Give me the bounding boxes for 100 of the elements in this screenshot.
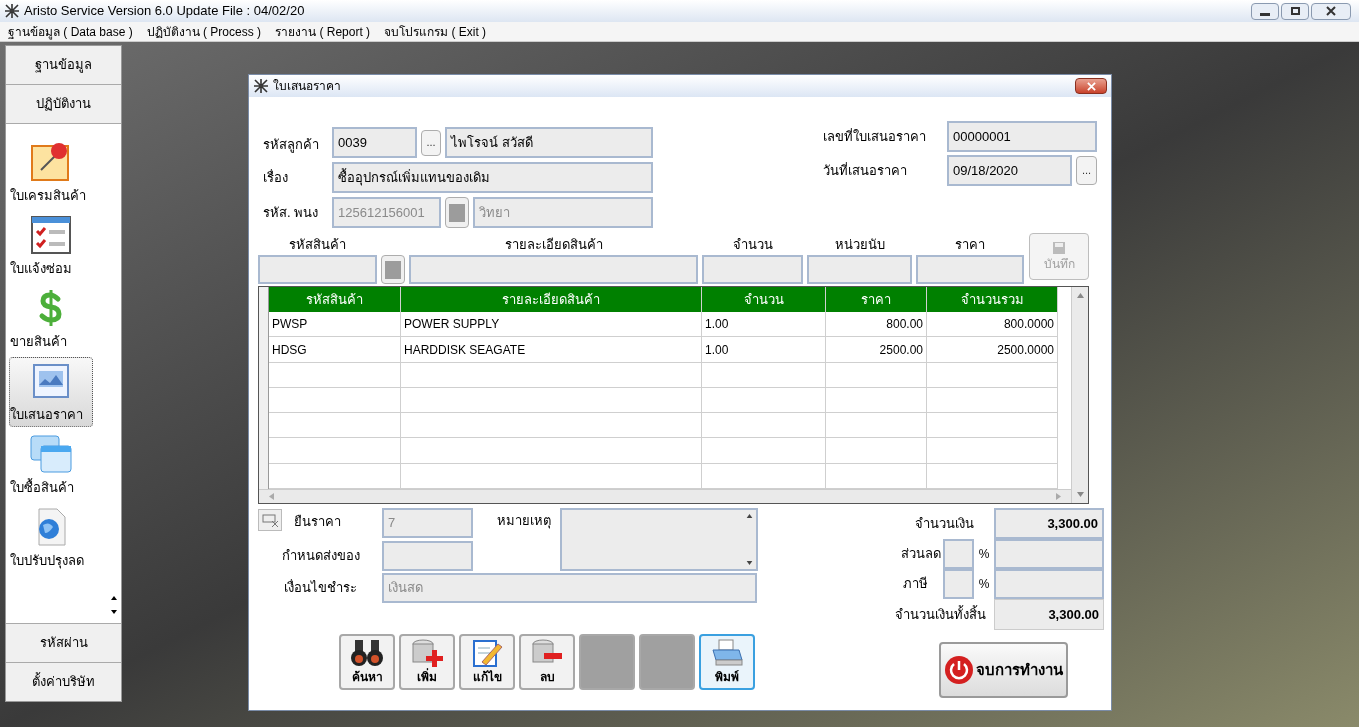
scroll-up-icon	[745, 514, 753, 518]
entry-field[interactable]	[409, 255, 698, 284]
square-icon	[385, 260, 401, 279]
field-label: รหัสสินค้า	[289, 235, 346, 254]
toolbar-button[interactable]: แก้ไข	[459, 634, 515, 690]
sidebar-button[interactable]: ฐานข้อมูล	[6, 46, 121, 85]
database-add-icon	[410, 638, 444, 668]
scroll-left-icon	[269, 493, 274, 500]
field-label: วันที่เสนอราคา	[823, 161, 908, 180]
table-cell: 1.00	[702, 312, 826, 337]
sidebar-item[interactable]: ใบปรับปรุงลด	[9, 503, 93, 573]
column-header: รายละเอียดสินค้า	[401, 287, 702, 313]
sidebar-item[interactable]: ใบแจ้งซ่อม	[9, 211, 93, 281]
entry-field[interactable]	[702, 255, 803, 284]
restore-button[interactable]	[1281, 2, 1309, 20]
field-label: เรื่อง	[262, 168, 289, 187]
dialog-title: ใบเสนอราคา	[273, 78, 341, 95]
toolbar-button[interactable]: ลบ	[519, 634, 575, 690]
table-cell: 800.0000	[927, 312, 1058, 337]
table-cell: 2500.0000	[927, 337, 1058, 362]
amount-field[interactable]: 3,300.00	[994, 508, 1104, 539]
field-label: หมายเหตุ	[496, 512, 552, 531]
field-label: เลขที่ใบเสนอราคา	[823, 127, 927, 146]
column-header: ราคา	[826, 287, 927, 313]
entry-field[interactable]	[916, 255, 1024, 284]
toolbar-button[interactable]: เพิ่ม	[399, 634, 455, 690]
field-label: จำนวน	[732, 235, 773, 254]
app-icon	[4, 3, 20, 19]
column-header: รหัสสินค้า	[269, 287, 401, 313]
horizontal-scrollbar[interactable]	[259, 489, 1071, 503]
close-button[interactable]	[1075, 78, 1107, 94]
customer-code-field[interactable]: 0039	[332, 127, 417, 158]
quote-number-field[interactable]: 00000001	[947, 121, 1097, 152]
lookup-button[interactable]	[445, 197, 469, 228]
field-label: ราคา	[955, 235, 985, 254]
blank-button[interactable]	[639, 634, 695, 690]
sidebar-button[interactable]: รหัสผ่าน	[6, 623, 121, 662]
tax-percent-field[interactable]	[943, 569, 974, 599]
toolbar-button[interactable]: ค้นหา	[339, 634, 395, 690]
menu-item[interactable]: ปฏิบัติงาน ( Process )	[146, 22, 262, 41]
date-picker-button[interactable]: ...	[1076, 156, 1097, 185]
entry-field[interactable]	[258, 255, 377, 284]
power-icon	[944, 655, 974, 685]
vertical-scrollbar[interactable]	[1071, 287, 1088, 503]
field-label: รหัสลูกค้า	[262, 135, 320, 155]
menu-item[interactable]: รายงาน ( Report )	[275, 22, 371, 41]
column-header: จำนวน	[702, 287, 826, 313]
remark-field[interactable]	[560, 508, 758, 571]
close-button[interactable]	[1311, 2, 1351, 20]
entry-field[interactable]	[807, 255, 912, 284]
window-title: Aristo Service Version 6.0 Update File : 04/02/20	[24, 2, 305, 21]
restore-icon	[1290, 7, 1300, 15]
binoculars-icon	[350, 638, 384, 668]
quote-date-field[interactable]: 09/18/2020	[947, 155, 1072, 186]
scroll-arrows-icon	[110, 595, 118, 615]
table-cell: HARDDISK SEAGATE	[401, 337, 702, 362]
table-cell: 800.00	[826, 312, 927, 337]
exit-button[interactable]: จบการทำงาน	[939, 642, 1068, 698]
sidebar-item[interactable]: ใบเครมสินค้า	[9, 138, 93, 208]
keyboard-icon	[258, 509, 282, 531]
printer-icon	[710, 638, 744, 668]
field-label: กำหนดส่งของ	[281, 547, 361, 566]
tax-amount-field[interactable]	[994, 569, 1104, 599]
sidebar-item[interactable]: ใบซื้อสินค้า	[9, 430, 93, 500]
discount-percent-field[interactable]	[943, 539, 974, 569]
table-cell: POWER SUPPLY	[401, 312, 702, 337]
percent-sign: %	[977, 546, 991, 563]
field-label: รายละเอียดสินค้า	[504, 235, 603, 254]
close-icon	[1326, 6, 1336, 16]
lookup-button[interactable]	[381, 255, 405, 284]
sidebar-button[interactable]: ปฏิบัติงาน	[6, 85, 121, 124]
field-label: ยืนราคา	[294, 513, 342, 531]
toolbar-button[interactable]: พิมพ์	[699, 634, 755, 690]
field-label: เงื่อนไขชำระ	[283, 578, 358, 598]
total-amount-field[interactable]: 3,300.00	[994, 599, 1104, 630]
scroll-up-icon	[1076, 293, 1084, 298]
sidebar-item[interactable]: ใบเสนอราคา	[9, 357, 93, 427]
blank-button[interactable]	[579, 634, 635, 690]
menu-item[interactable]: จบโปรแกรม ( Exit )	[384, 22, 487, 41]
edit-note-icon	[470, 638, 504, 668]
field-label: หน่วยนับ	[834, 235, 885, 254]
app-icon	[253, 78, 269, 94]
percent-sign: %	[977, 576, 991, 593]
minimize-button[interactable]	[1251, 2, 1279, 20]
sidebar-button[interactable]: ตั้งค่าบริษัท	[6, 662, 121, 701]
field-label: รหัส. พนง	[262, 203, 320, 222]
minimize-icon	[1260, 12, 1270, 16]
table-cell: HDSG	[269, 337, 401, 362]
menu-item[interactable]: ฐานข้อมูล ( Data base )	[8, 22, 133, 41]
close-icon	[1086, 81, 1096, 91]
sidebar-item[interactable]: ขายสินค้า	[9, 284, 93, 354]
table-cell: 2500.00	[826, 337, 927, 362]
delivery-date-field[interactable]	[382, 541, 473, 571]
table-cell: 1.00	[702, 337, 826, 362]
subject-field[interactable]: ซื้ออุปกรณ์เพิ่มแทนของเดิม	[332, 162, 653, 193]
field-label: จำนวนเงินทั้งสิ้น	[895, 604, 986, 624]
customer-name-field[interactable]: ไพโรจน์ สวัสดี	[445, 127, 653, 158]
browse-button[interactable]: ...	[421, 129, 441, 156]
discount-amount-field[interactable]	[994, 539, 1104, 569]
scroll-right-icon	[1056, 493, 1061, 500]
